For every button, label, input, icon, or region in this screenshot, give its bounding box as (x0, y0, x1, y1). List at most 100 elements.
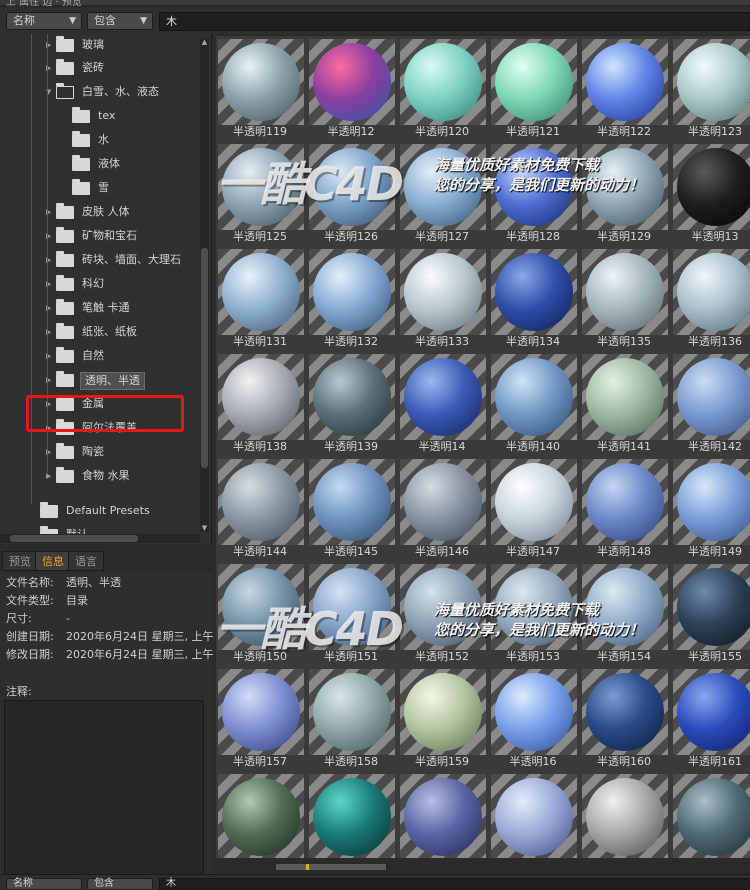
material-thumbnail[interactable]: 半透明166 (580, 771, 668, 858)
material-thumbnail[interactable]: 半透明147 (489, 456, 577, 561)
filter-field-dropdown[interactable]: 名称 ▼ (6, 12, 82, 30)
material-thumbnail[interactable]: 半透明139 (307, 351, 395, 456)
zoom-slider[interactable] (276, 864, 386, 870)
material-thumbnail[interactable]: 半透明165 (489, 771, 577, 858)
material-thumbnail[interactable]: 半透明141 (580, 351, 668, 456)
material-thumbnail[interactable]: 半透明119 (216, 36, 304, 141)
scroll-thumb[interactable] (10, 535, 138, 542)
material-thumbnail[interactable]: 半透明151 (307, 561, 395, 666)
material-name: 半透明136 (688, 335, 742, 348)
tree-item-label: tex (98, 109, 116, 122)
material-thumbnail[interactable]: 半透明153 (489, 561, 577, 666)
material-thumbnail[interactable]: 半透明163 (307, 771, 395, 858)
zoom-slider-handle[interactable] (306, 864, 309, 870)
material-sphere (222, 148, 300, 226)
material-thumbnail[interactable]: 半透明150 (216, 561, 304, 666)
scroll-up-icon[interactable]: ▲ (200, 38, 209, 46)
material-thumbnail[interactable]: 半透明131 (216, 246, 304, 351)
folder-icon (56, 59, 74, 75)
material-thumbnail[interactable]: 半透明162 (216, 771, 304, 858)
material-name: 半透明152 (415, 650, 469, 663)
material-thumbnail[interactable]: 半透明142 (671, 351, 750, 456)
folder-icon (56, 36, 74, 52)
material-thumbnail[interactable]: 半透明145 (307, 456, 395, 561)
material-thumbnail[interactable]: 半透明138 (216, 351, 304, 456)
material-thumbnail[interactable]: 半透明140 (489, 351, 577, 456)
material-thumbnail[interactable]: 半透明135 (580, 246, 668, 351)
checker-background (218, 669, 304, 755)
tab-preview[interactable]: 预览 (2, 551, 38, 571)
material-thumbnail[interactable]: 半透明14 (398, 351, 486, 456)
material-thumbnail[interactable]: 半透明164 (398, 771, 486, 858)
material-thumbnail[interactable]: 半透明125 (216, 141, 304, 246)
checker-background (400, 354, 486, 440)
tree-item-label: 笔触 卡通 (82, 301, 130, 314)
material-name: 半透明154 (597, 650, 651, 663)
filter-mode-dropdown[interactable]: 包含 ▼ (87, 12, 153, 30)
material-thumbnail[interactable]: 半透明148 (580, 456, 668, 561)
material-thumbnail[interactable]: 半透明158 (307, 666, 395, 771)
material-sphere (586, 778, 664, 856)
footer-mode-dropdown[interactable]: 包含 (87, 878, 153, 890)
tree-horizontal-scrollbar[interactable] (0, 534, 200, 543)
material-thumbnail[interactable]: 半透明12 (307, 36, 395, 141)
material-sphere (313, 358, 391, 436)
material-name: 半透明160 (597, 755, 651, 768)
material-sphere (404, 43, 482, 121)
material-thumbnail[interactable]: 半透明157 (216, 666, 304, 771)
material-thumbnail[interactable]: 半透明160 (580, 666, 668, 771)
tree-vertical-scrollbar[interactable]: ▲ ▼ (200, 38, 209, 532)
material-thumbnail[interactable]: 半透明16 (489, 666, 577, 771)
material-thumbnail[interactable]: 半透明13 (671, 141, 750, 246)
folder-icon (72, 107, 90, 123)
material-thumbnail[interactable]: 半透明122 (580, 36, 668, 141)
material-thumbnail[interactable]: 半透明152 (398, 561, 486, 666)
tab-info[interactable]: 信息 (35, 551, 71, 571)
tree-item-label: 液体 (98, 157, 120, 170)
search-input[interactable]: 木 (159, 12, 750, 31)
material-thumbnail[interactable]: 半透明161 (671, 666, 750, 771)
material-thumbnail[interactable]: 半透明149 (671, 456, 750, 561)
info-key: 修改日期: (6, 648, 54, 661)
material-sphere (495, 253, 573, 331)
material-thumbnail[interactable]: 半透明129 (580, 141, 668, 246)
tab-language[interactable]: 语言 (68, 551, 104, 571)
material-name: 半透明129 (597, 230, 651, 243)
material-thumbnail[interactable]: 半透明167 (671, 771, 750, 858)
material-thumbnail[interactable]: 半透明133 (398, 246, 486, 351)
footer-search-input[interactable]: 木 (159, 878, 750, 890)
scroll-down-icon[interactable]: ▼ (200, 524, 209, 532)
material-name: 半透明149 (688, 545, 742, 558)
material-thumbnail[interactable]: 半透明159 (398, 666, 486, 771)
checker-background (400, 249, 486, 335)
material-sphere (404, 148, 482, 226)
material-thumbnail[interactable]: 半透明132 (307, 246, 395, 351)
folder-icon (56, 275, 74, 291)
material-thumbnail[interactable]: 半透明128 (489, 141, 577, 246)
grid-bottom-bar (216, 862, 750, 872)
material-thumbnail[interactable]: 半透明144 (216, 456, 304, 561)
material-thumbnail[interactable]: 半透明121 (489, 36, 577, 141)
material-thumbnail[interactable]: 半透明154 (580, 561, 668, 666)
footer-field-dropdown[interactable]: 名称 (6, 878, 82, 890)
scroll-thumb[interactable] (201, 248, 208, 468)
checker-background (673, 144, 750, 230)
material-thumbnail[interactable]: 半透明146 (398, 456, 486, 561)
material-name: 半透明132 (324, 335, 378, 348)
checker-background (309, 354, 395, 440)
checker-background (400, 774, 486, 858)
material-name: 半透明148 (597, 545, 651, 558)
material-thumbnail[interactable]: 半透明134 (489, 246, 577, 351)
material-sphere (586, 358, 664, 436)
material-name: 半透明134 (506, 335, 560, 348)
material-thumbnail[interactable]: 半透明136 (671, 246, 750, 351)
checker-background (400, 459, 486, 545)
material-thumbnail[interactable]: 半透明155 (671, 561, 750, 666)
material-thumbnail[interactable]: 半透明120 (398, 36, 486, 141)
material-thumbnail[interactable]: 半透明126 (307, 141, 395, 246)
notes-textarea[interactable] (4, 700, 204, 875)
tree-item-label: 白雪、水、液态 (82, 85, 159, 98)
material-thumbnail[interactable]: 半透明127 (398, 141, 486, 246)
material-thumbnail[interactable]: 半透明123 (671, 36, 750, 141)
info-modified-row: 修改日期: 2020年6月24日 星期三, 上午 (6, 646, 213, 664)
